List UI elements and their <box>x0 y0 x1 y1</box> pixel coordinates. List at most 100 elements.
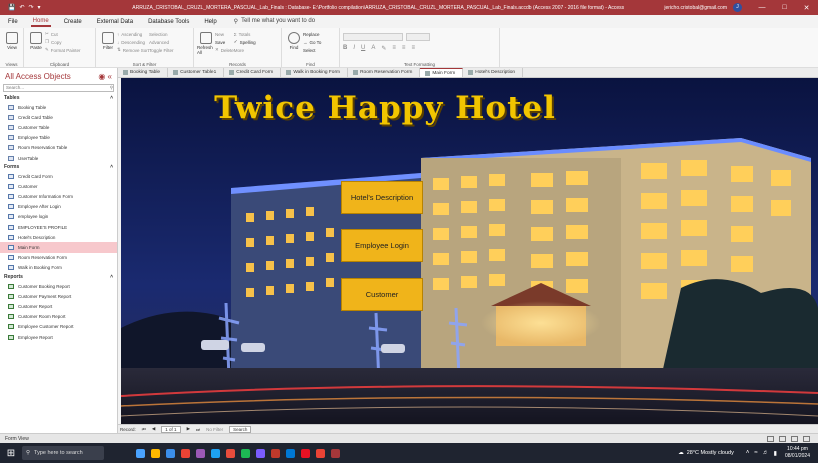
app-icon[interactable] <box>196 448 205 458</box>
nav-item[interactable]: Main Form <box>0 242 117 253</box>
close-icon[interactable]: ✕ <box>804 4 810 12</box>
taskbar-clock[interactable]: 10:44 pm 08/01/2024 <box>785 446 810 460</box>
previous-record-icon[interactable]: ◀ <box>152 426 155 432</box>
menu-tab-file[interactable]: File <box>6 18 20 26</box>
app-icon[interactable] <box>301 448 310 458</box>
collapse-icon[interactable]: ˄ <box>110 274 113 280</box>
user-email[interactable]: jericho.cristobal@gmail.com <box>664 5 733 11</box>
more-button[interactable]: More <box>234 46 256 54</box>
undo-icon[interactable]: ↶ <box>19 4 24 11</box>
object-tab[interactable]: Customer Table1 <box>168 68 225 77</box>
nav-item[interactable]: Walk in Booking Form <box>0 263 117 273</box>
layout-view-icon[interactable] <box>791 435 798 442</box>
nav-item[interactable]: Customer <box>0 181 117 191</box>
toggle-filter-button[interactable]: Toggle Filter <box>149 46 174 54</box>
object-tab[interactable]: Main Form <box>420 68 464 77</box>
nav-item[interactable]: Employee After Login <box>0 202 117 212</box>
form-view-icon[interactable] <box>767 435 774 442</box>
select-button[interactable]: Select <box>303 46 321 54</box>
totals-button[interactable]: Σ Totals <box>234 30 256 38</box>
windows-start-icon[interactable]: ⊞ <box>0 448 22 459</box>
record-position-field[interactable]: 1 of 1 <box>161 425 181 433</box>
weather-widget[interactable]: ☁ 28°C Mostly cloudy <box>678 450 734 456</box>
redo-icon[interactable]: ↷ <box>29 4 34 11</box>
nav-item[interactable]: Room Reservation Form <box>0 253 117 263</box>
first-record-icon[interactable]: ⏮ <box>142 427 146 432</box>
cut-button[interactable]: ✂ Cut <box>45 30 81 38</box>
next-record-icon[interactable]: ▶ <box>187 426 190 432</box>
nav-item[interactable]: Customer Payment Report <box>0 291 117 301</box>
vscode-icon[interactable] <box>286 448 295 458</box>
nav-section-forms[interactable]: Forms ˄ <box>0 163 117 171</box>
object-tab[interactable]: Room Reservation Form <box>348 68 421 77</box>
filter-button[interactable]: Filter <box>99 30 117 54</box>
new-record-button[interactable]: New <box>215 30 234 38</box>
menu-tab-database-tools[interactable]: Database Tools <box>146 18 191 26</box>
chevron-up-icon[interactable]: ˄ <box>746 450 750 457</box>
view-button[interactable]: View <box>3 30 21 50</box>
goto-button[interactable]: → Go To <box>303 38 321 46</box>
edge-icon[interactable] <box>166 448 175 458</box>
descending-button[interactable]: ↓ Descending <box>117 38 149 46</box>
chrome-icon[interactable] <box>181 448 190 458</box>
nav-section-reports[interactable]: Reports ˄ <box>0 273 117 281</box>
font-name-select[interactable] <box>343 33 403 41</box>
nav-item[interactable]: Credit Card Form <box>0 171 117 181</box>
nav-item[interactable]: Employee Report <box>0 332 117 342</box>
nav-item[interactable]: Employee Customer Report <box>0 322 117 332</box>
find-button[interactable]: Find <box>285 30 303 54</box>
access-icon[interactable] <box>331 448 340 458</box>
app-icon[interactable] <box>271 448 280 458</box>
collapse-icon[interactable]: ˄ <box>110 164 113 170</box>
menu-tab-help[interactable]: Help <box>202 18 218 26</box>
nav-item[interactable]: Hotel's Description <box>0 232 117 242</box>
highlight-icon[interactable]: ✎ <box>381 45 386 52</box>
minimize-icon[interactable]: — <box>758 4 765 12</box>
menu-tab-external-data[interactable]: External Data <box>95 18 135 26</box>
chevron-down-icon[interactable]: ◉ « <box>98 72 112 81</box>
selection-button[interactable]: Selection <box>149 30 174 38</box>
menu-tab-create[interactable]: Create <box>62 18 84 26</box>
delete-record-button[interactable]: ✕ Delete <box>215 46 234 54</box>
app-icon[interactable] <box>256 448 265 458</box>
object-tab[interactable]: Booking Table <box>118 68 169 77</box>
taskbar-search-input[interactable]: ⚲ Type here to search <box>22 446 104 460</box>
design-view-icon[interactable] <box>803 435 810 442</box>
battery-icon[interactable]: ▮ <box>774 450 777 457</box>
bold-button[interactable]: B <box>343 45 347 52</box>
nav-search-input[interactable]: Search... ⚲ <box>3 84 114 92</box>
nav-section-tables[interactable]: Tables ˄ <box>0 94 117 102</box>
copy-button[interactable]: ❐ Copy <box>45 38 81 46</box>
nav-item[interactable]: Customer Booking Report <box>0 281 117 291</box>
font-color-icon[interactable]: A <box>371 45 375 52</box>
maximize-icon[interactable]: □ <box>782 4 786 12</box>
tell-me-input[interactable]: ⚲ Tell me what you want to do <box>234 18 315 25</box>
form-button-customer[interactable]: Customer <box>341 278 423 311</box>
ascending-button[interactable]: ↑ Ascending <box>117 30 149 38</box>
nav-item[interactable]: Customer Table <box>0 122 117 132</box>
app-icon[interactable] <box>226 448 235 458</box>
menu-tab-home[interactable]: Home <box>30 17 51 27</box>
italic-button[interactable]: I <box>353 45 355 52</box>
object-tab[interactable]: Hotel's Description <box>463 68 524 77</box>
nav-item[interactable]: Customer Report <box>0 301 117 311</box>
nav-item[interactable]: EMPLOYEE'S PROFILE <box>0 222 117 232</box>
format-painter-button[interactable]: ✎ Format Painter <box>45 46 81 54</box>
spelling-button[interactable]: ✓ Spelling <box>234 38 256 46</box>
customize-qat-icon[interactable]: ▾ <box>38 4 41 11</box>
nav-item[interactable]: Booking Table <box>0 102 117 112</box>
app-icon[interactable] <box>211 448 220 458</box>
nav-item[interactable]: Employee Table <box>0 133 117 143</box>
nav-item[interactable]: employee login <box>0 212 117 222</box>
collapse-icon[interactable]: ˄ <box>110 95 113 101</box>
nav-item[interactable]: Customer Information Form <box>0 192 117 202</box>
replace-button[interactable]: Replace <box>303 30 321 38</box>
nav-item[interactable]: Credit Card Table <box>0 112 117 122</box>
align-right-icon[interactable]: ≡ <box>411 45 415 52</box>
font-size-select[interactable] <box>406 33 430 41</box>
file-explorer-icon[interactable] <box>151 448 160 458</box>
object-tab[interactable]: Walk in Booking Form <box>281 68 349 77</box>
spotify-icon[interactable] <box>241 448 250 458</box>
task-view-icon[interactable] <box>136 448 145 458</box>
chrome-icon[interactable] <box>316 448 325 458</box>
